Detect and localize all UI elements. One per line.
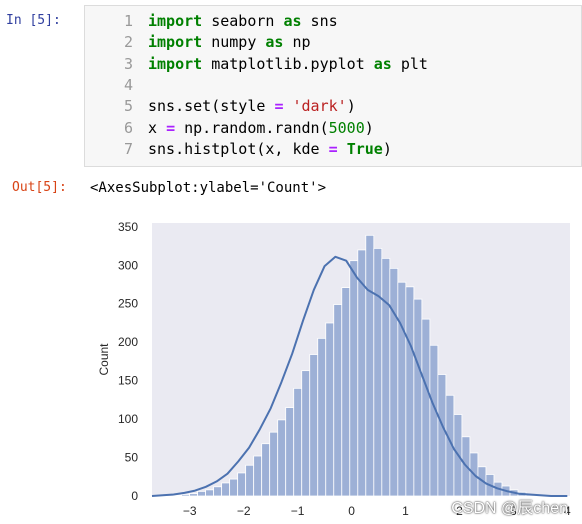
watermark: CSDN @辰chen	[451, 500, 568, 517]
line-number: 5	[123, 97, 133, 116]
x-tick-label: 1	[402, 504, 409, 518]
histogram-bar	[429, 344, 439, 497]
histogram-bar	[253, 455, 263, 497]
code-token: sns	[301, 12, 338, 30]
histogram-bar	[301, 370, 311, 497]
code-token: )	[382, 139, 392, 158]
histogram-bar	[197, 490, 207, 497]
code-line: 5 sns.set(style = 'dark')	[85, 96, 581, 117]
histogram-bar	[245, 464, 255, 497]
code-text: x = np.random.randn(5000)	[148, 118, 374, 139]
y-tick-label: 100	[118, 412, 138, 426]
code-cell[interactable]: 1 import seaborn as sns 2 import numpy as n…	[84, 5, 582, 167]
code-token: sns.set(style	[148, 97, 275, 116]
code-token: 'dark'	[292, 97, 347, 116]
code-token: as	[373, 54, 392, 73]
y-tick-label: 200	[118, 335, 138, 349]
x-tick-label: −3	[183, 504, 197, 518]
code-line: 7 sns.histplot(x, kde = True)	[85, 139, 581, 160]
code-line: 6x = np.random.randn(5000)	[85, 118, 581, 139]
histogram-bar	[341, 287, 351, 497]
histogram-bar	[237, 472, 247, 497]
histogram-bar	[349, 260, 359, 497]
code-line: 4	[85, 75, 581, 96]
code-token: np.random.randn(	[175, 118, 329, 137]
code-text: sns.set(style = 'dark')	[148, 96, 356, 117]
code-text: import numpy as np	[148, 32, 311, 53]
histogram-bar	[413, 298, 423, 497]
code-token: as	[265, 33, 284, 52]
histogram-bar	[173, 494, 182, 497]
code-text: import matplotlib.pyplot as plt	[148, 54, 428, 75]
histogram-bar	[389, 267, 399, 497]
input-prompt: In [5]:	[6, 13, 61, 28]
code-token: import	[148, 12, 203, 30]
histogram-bar	[181, 494, 190, 497]
histogram-bar	[381, 257, 391, 497]
histogram-bar	[405, 286, 415, 497]
y-tick-label: 250	[118, 297, 138, 311]
histogram-bar	[317, 337, 327, 497]
histogram-bar	[293, 387, 303, 497]
y-tick-label: 50	[125, 451, 139, 465]
histogram-bar	[261, 443, 271, 497]
code-token: matplotlib.pyplot	[202, 54, 374, 73]
x-tick-label: −1	[291, 504, 305, 518]
code-token: numpy	[202, 33, 266, 52]
line-number: 7	[123, 139, 133, 158]
code-token: )	[364, 118, 374, 137]
code-token: plt	[391, 54, 428, 73]
y-tick-label: 150	[118, 374, 138, 388]
histogram-bar	[221, 482, 231, 497]
code-text: sns.histplot(x, kde = True)	[148, 139, 392, 160]
histogram-plot: 050100150200250300350−3 −2 −1 0 1 2 3 4Count	[97, 220, 571, 518]
histogram-bar	[373, 247, 383, 497]
histogram-bar	[213, 486, 223, 497]
histogram-bar	[325, 322, 335, 497]
code-token: x	[148, 118, 167, 137]
output-text: <AxesSubplot:ylabel='Count'>	[90, 180, 327, 196]
histogram-bar	[269, 431, 279, 497]
y-axis-label: Count	[97, 343, 111, 376]
histogram-bar	[285, 407, 295, 497]
code-text: import seaborn as sns	[148, 11, 338, 32]
line-number: 4	[123, 75, 133, 94]
line-number: 6	[123, 118, 133, 137]
histogram-bar	[365, 234, 375, 497]
code-token: True	[346, 139, 383, 158]
code-token: )	[346, 97, 356, 116]
histogram-bar	[277, 419, 287, 497]
code-line: 1 import seaborn as sns	[85, 11, 581, 32]
code-token: np	[283, 33, 311, 52]
histogram-bar	[309, 354, 319, 497]
code-token: =	[166, 118, 176, 137]
output-prompt: Out[5]:	[12, 180, 67, 195]
x-tick-label: −2	[237, 504, 251, 518]
x-tick-label: 0	[348, 504, 355, 518]
y-tick-label: 300	[118, 258, 138, 272]
line-number: 2	[123, 33, 133, 52]
y-tick-label: 350	[118, 220, 138, 234]
code-token: import	[148, 33, 203, 52]
code-token: sns.histplot(x, kde	[148, 139, 329, 158]
histogram-bar	[421, 318, 431, 497]
line-number: 1	[123, 12, 133, 30]
code-token: seaborn	[202, 12, 284, 30]
code-line: 2 import numpy as np	[85, 32, 581, 53]
histogram-bar	[205, 489, 215, 497]
code-token: 5000	[328, 118, 365, 137]
code-token: =	[328, 139, 338, 158]
y-tick-label: 0	[131, 489, 138, 503]
histogram-bar	[229, 478, 239, 497]
histogram-bar	[189, 493, 199, 497]
code-token: as	[283, 12, 302, 30]
histogram-bar	[333, 304, 343, 497]
code-line: 3 import matplotlib.pyplot as plt	[85, 54, 581, 75]
histogram-bar	[437, 374, 447, 497]
code-token: import	[148, 54, 203, 73]
histogram-bar	[397, 281, 407, 497]
line-number: 3	[123, 54, 133, 73]
